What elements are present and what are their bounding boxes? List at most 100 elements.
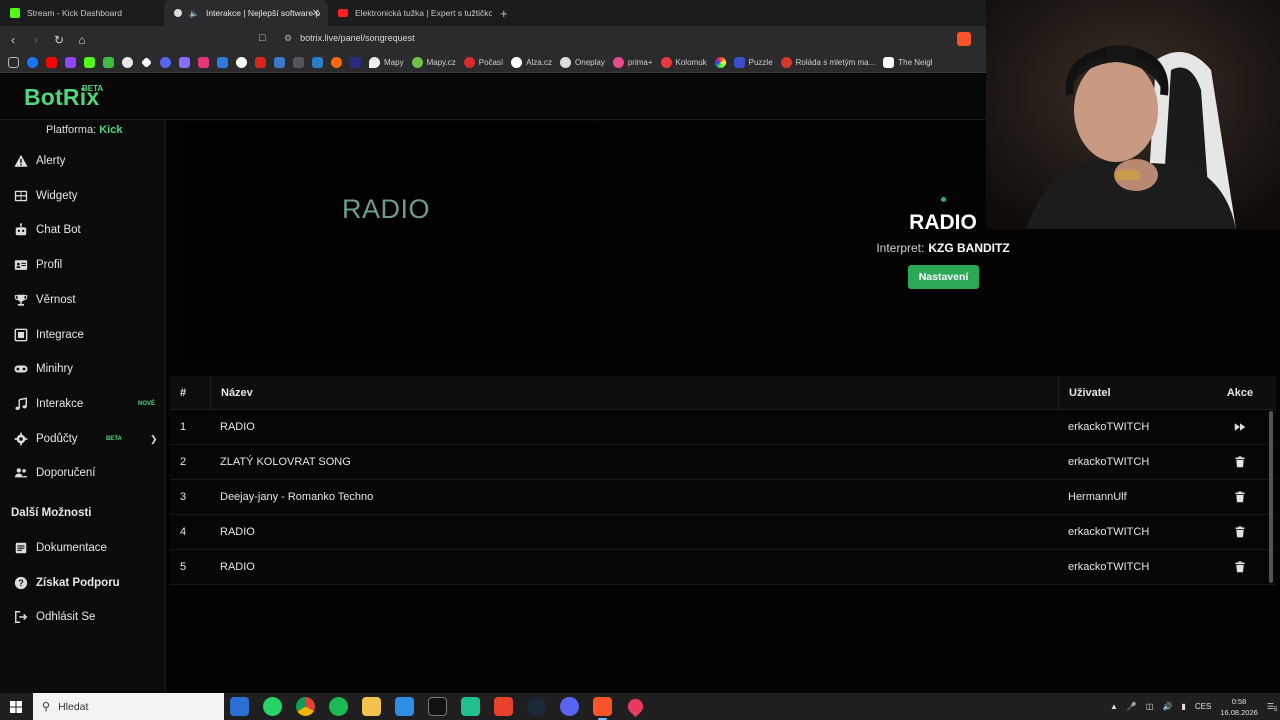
settings-button[interactable]: Nastavení [908, 265, 979, 289]
kick-icon[interactable] [84, 57, 95, 68]
youtube-icon [338, 9, 348, 17]
tab-title: Elektronická tužka | Expert s tužtičkou [355, 8, 492, 18]
taskbar-search[interactable]: ⚲ Hledat [33, 693, 224, 720]
language-indicator[interactable]: CES [1195, 702, 1211, 711]
url-field[interactable]: ⚙ botrix.live/panel/songrequest [284, 33, 415, 44]
webcam-overlay [986, 0, 1280, 229]
sidebar-item-odhlasit-se[interactable]: Odhlásit Se [0, 602, 166, 632]
apps-grid-icon[interactable] [8, 57, 19, 68]
dark-app-icon[interactable] [293, 57, 304, 68]
oneplay-icon [560, 57, 572, 68]
bookmark-mapy[interactable]: Mapy [369, 57, 404, 68]
close-tab-icon[interactable]: ✕ [312, 8, 320, 19]
trash-icon[interactable] [1234, 456, 1246, 468]
row-song-name: RADIO [220, 421, 255, 433]
bookmark-prima[interactable]: prima+ [612, 57, 653, 68]
sidebar-item-alerty[interactable]: Alerty [0, 146, 166, 176]
sidebar-item-profil[interactable]: Profil [0, 250, 166, 280]
bookmark-rolada[interactable]: Roláda s mletým ma... [780, 57, 875, 68]
cover-text: RADIO [341, 194, 430, 224]
chevron-down-icon[interactable]: ❯ [150, 434, 158, 445]
pdf-icon[interactable] [255, 57, 266, 68]
site-icon[interactable] [179, 57, 190, 68]
h-icon[interactable] [312, 57, 323, 68]
bookmark-icon[interactable]: □ [259, 32, 266, 44]
trash-icon[interactable] [1234, 491, 1246, 503]
notifications-icon[interactable]: ☰ 5 [1267, 702, 1277, 713]
capcut-icon[interactable] [428, 697, 447, 716]
twitch-icon[interactable] [65, 57, 76, 68]
sidebar-item-integrace[interactable]: Integrace [0, 320, 166, 350]
skip-icon[interactable] [1234, 421, 1246, 433]
orange-app-icon[interactable] [331, 57, 342, 68]
sidebar-item-minihry[interactable]: Minihry [0, 354, 166, 384]
bookmark-kolomuk[interactable]: Kolomuk [660, 57, 707, 68]
chrome-icon[interactable] [296, 697, 315, 716]
bookmark-mapy-cz[interactable]: Mapy.cz [411, 57, 456, 68]
task-view-icon[interactable] [230, 697, 249, 716]
home-icon[interactable]: ⌂ [72, 33, 92, 47]
sidebar-item-poducty[interactable]: Podůčty BETA ❯ [0, 424, 166, 454]
trash-icon[interactable] [1234, 526, 1246, 538]
discord-icon[interactable] [560, 697, 579, 716]
stats-icon[interactable] [103, 57, 114, 68]
bookmark-alza[interactable]: Alza.cz [511, 57, 552, 68]
obs-icon[interactable] [494, 697, 513, 716]
column-header-user: Uživatel [1058, 375, 1204, 410]
tab-interakce[interactable]: 🔈 Interakce | Nejlepší software p ✕ [164, 0, 328, 26]
queue-scrollbar[interactable] [1269, 411, 1273, 583]
sidebar-item-interakce[interactable]: Interakce NOVÉ [0, 389, 166, 419]
brave-icon[interactable] [593, 697, 612, 720]
bookmark-neigl[interactable]: The Neigl [883, 57, 932, 68]
bookmark-puzzle[interactable]: Puzzle [733, 57, 773, 68]
blue-app-icon[interactable] [217, 57, 228, 68]
sidebar-item-dokumentace[interactable]: Dokumentace [0, 533, 166, 563]
anchor-icon[interactable] [122, 57, 133, 68]
tab-kick-dashboard[interactable]: Stream - Kick Dashboard [0, 0, 164, 26]
google-icon[interactable] [236, 57, 247, 68]
clock[interactable]: 0:58 16.08.2026 [1220, 696, 1258, 718]
green-app-icon[interactable] [461, 697, 480, 716]
row-song-name: Deejay-jany - Romanko Techno [220, 491, 374, 503]
reload-icon[interactable]: ↻ [49, 33, 69, 47]
diamond-icon[interactable] [141, 57, 152, 68]
brave-shields-icon[interactable] [957, 32, 971, 46]
site-info-icon[interactable]: ⚙ [284, 33, 292, 43]
bookmark-pocasi[interactable]: Počasí [463, 57, 503, 68]
artist-name: KZG BANDITZ [928, 241, 1010, 255]
youtube-icon[interactable] [46, 57, 57, 68]
pink-app-icon[interactable] [198, 57, 209, 68]
volume-icon[interactable]: 🔊 [1162, 702, 1172, 711]
trash-icon[interactable] [1234, 561, 1246, 573]
back-icon[interactable]: ‹ [3, 33, 23, 47]
new-tab-button[interactable]: + [492, 0, 516, 26]
warning-icon [14, 154, 28, 168]
pin-app-icon[interactable] [624, 695, 647, 718]
chevron-up-icon[interactable]: ▲ [1110, 702, 1118, 711]
battery-icon[interactable]: ▮ [1181, 702, 1185, 711]
spotify-icon[interactable] [329, 697, 348, 716]
network-icon[interactable]: ◫ [1146, 702, 1154, 711]
tab-elektronicka-tuzka[interactable]: Elektronická tužka | Expert s tužtičkou [328, 0, 492, 26]
steam-icon[interactable] [527, 697, 546, 716]
microphone-icon[interactable]: 🎤 [1127, 702, 1137, 711]
bookmark-color[interactable] [714, 57, 726, 68]
sidebar-item-widgety[interactable]: Widgety [0, 181, 166, 211]
bookmark-oneplay[interactable]: Oneplay [560, 57, 605, 68]
facebook-icon[interactable] [27, 57, 38, 68]
vscode-icon[interactable] [395, 697, 414, 716]
whatsapp-icon[interactable] [263, 697, 282, 716]
forward-icon[interactable]: › [26, 33, 46, 47]
artist-label: Interpret: [876, 241, 925, 255]
sidebar-item-vernost[interactable]: Věrnost [0, 285, 166, 315]
sidebar-item-doporuceni[interactable]: Doporučení [0, 458, 166, 488]
arrow-app-icon[interactable] [350, 57, 361, 68]
windows-start-icon[interactable] [0, 693, 32, 720]
row-user: erkackoTWITCH [1068, 526, 1150, 538]
discord-icon[interactable] [160, 57, 171, 68]
sidebar-item-chat-bot[interactable]: Chat Bot [0, 215, 166, 245]
sidebar-item-ziskat-podporu[interactable]: ? Získat Podporu [0, 568, 166, 598]
speaker-icon[interactable]: 🔈 [189, 9, 199, 18]
tv-icon[interactable] [274, 57, 285, 68]
file-explorer-icon[interactable] [362, 697, 381, 716]
